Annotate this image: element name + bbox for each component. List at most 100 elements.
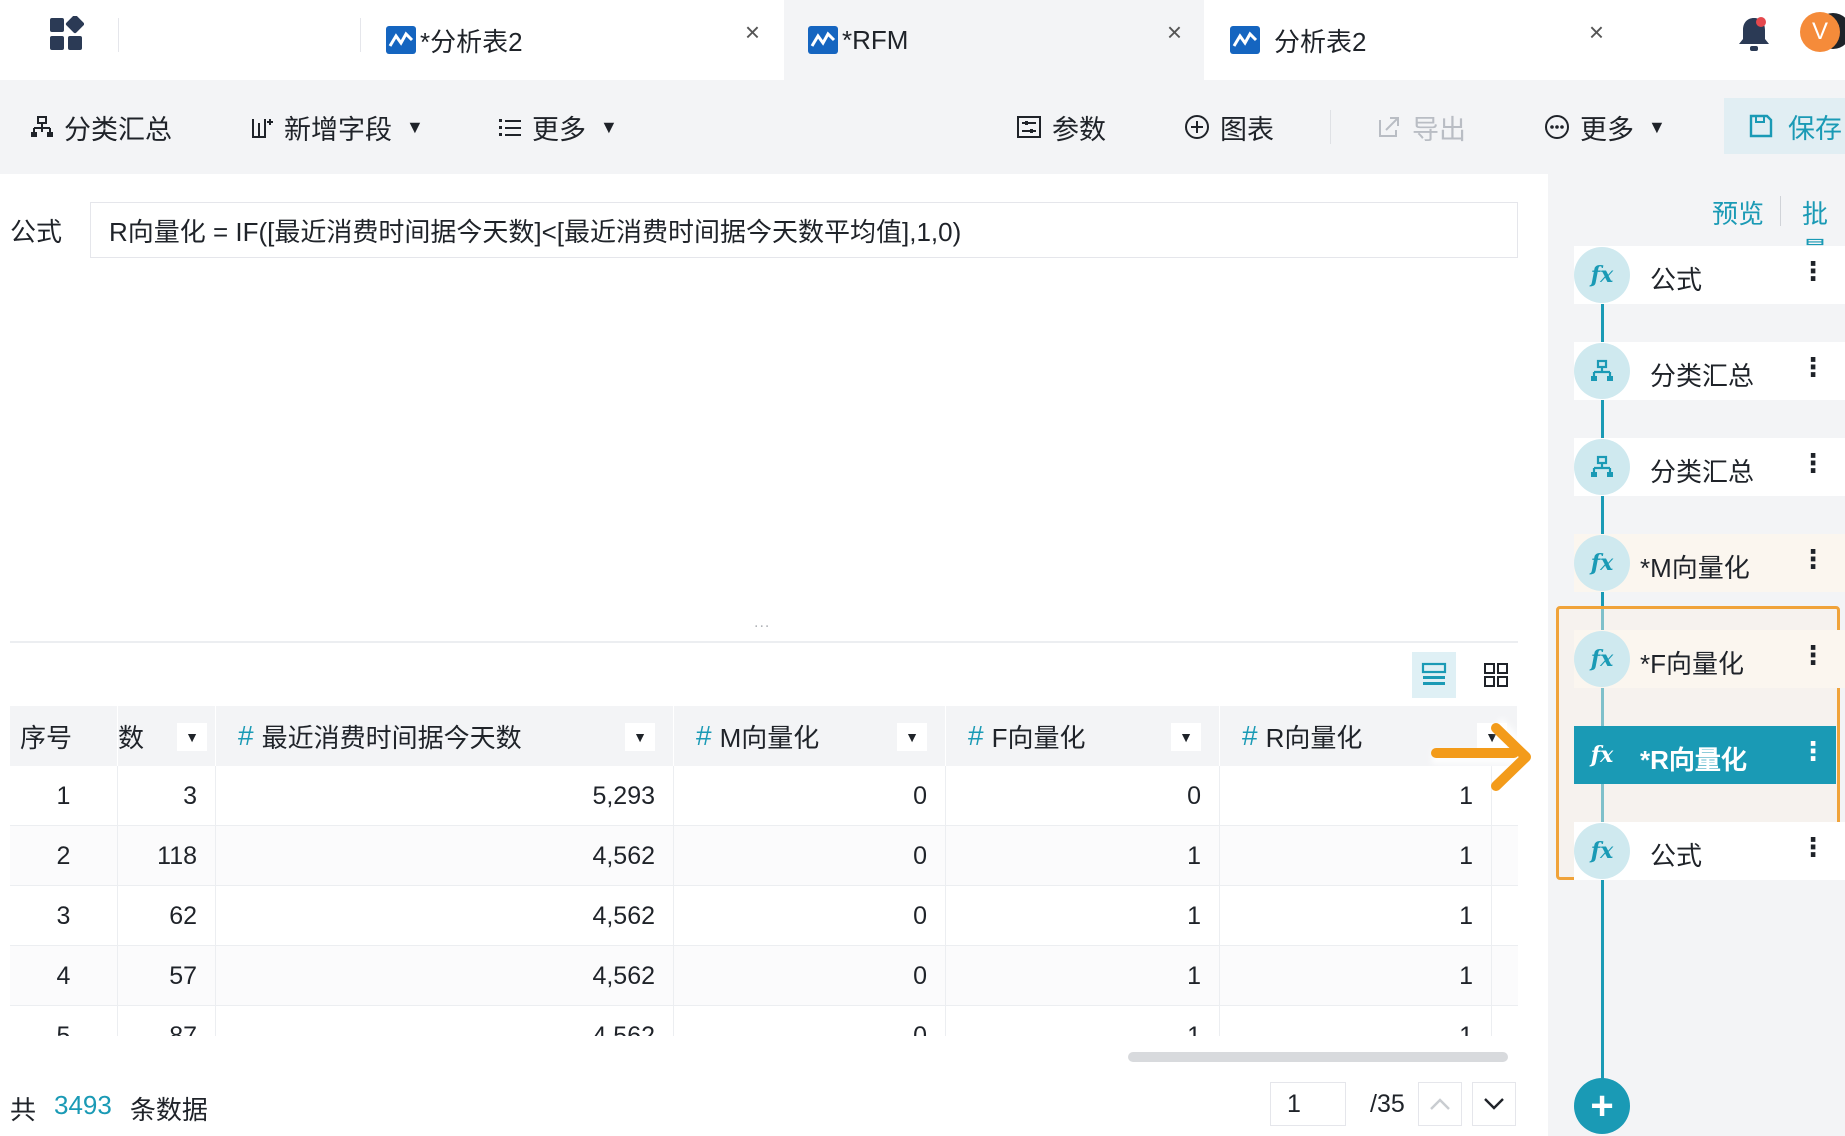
tab-analysis-2[interactable]: 分析表2 × <box>1206 0 1626 80</box>
more-label: 更多 <box>1580 114 1634 145</box>
formula-input[interactable]: R向量化 = IF([最近消费时间据今天数]<[最近消费时间据今天数平均值],1… <box>90 202 1518 258</box>
table-header: 序号 数 ▼ # 最近消费时间据今天数 ▼ # M向量化 ▼ # F向量化 ▼ <box>10 706 1518 766</box>
close-icon[interactable]: × <box>1589 17 1604 48</box>
steps-panel: 预览 批量 fx 公式 ⋮ 分类汇总 ⋮ 分类汇总 ⋮ fx *M向量化 ⋮ f… <box>1548 174 1845 1136</box>
cell-f-vector: 1 <box>946 1006 1220 1036</box>
pane-divider[interactable] <box>10 641 1518 643</box>
export-button[interactable]: 导出 <box>1376 104 1466 150</box>
export-label: 导出 <box>1412 114 1466 145</box>
table-row[interactable]: 5 87 4,562 0 1 1 <box>10 1006 1518 1036</box>
column-header-seq[interactable]: 序号 <box>10 706 118 766</box>
group-summary-button[interactable]: 分类汇总 <box>30 104 172 150</box>
close-icon[interactable]: × <box>745 17 760 48</box>
prev-page-button[interactable] <box>1418 1082 1462 1126</box>
cell-seq: 4 <box>10 946 118 1006</box>
step-label: 分类汇总 <box>1650 361 1755 391</box>
page-number-input[interactable]: 1 <box>1270 1082 1346 1126</box>
preview-link[interactable]: 预览 <box>1712 194 1764 231</box>
save-button[interactable]: 保存 <box>1724 98 1845 154</box>
line-chart-icon <box>1230 26 1260 54</box>
table-row[interactable]: 3 62 4,562 0 1 1 <box>10 886 1518 946</box>
more-vertical-icon[interactable]: ⋮ <box>1800 352 1826 383</box>
close-icon[interactable]: × <box>1167 17 1182 48</box>
more-vertical-icon[interactable]: ⋮ <box>1800 544 1826 575</box>
resize-handle[interactable]: ... <box>754 614 770 632</box>
numeric-field-icon: # <box>1242 720 1258 751</box>
more-vertical-icon[interactable]: ⋮ <box>1800 640 1826 671</box>
cell-seq: 3 <box>10 886 118 946</box>
cell-recency-days: 4,562 <box>216 826 674 886</box>
add-field-button[interactable]: 新增字段 ▼ <box>250 104 424 150</box>
cell-f-vector: 0 <box>946 766 1220 826</box>
cell-r-vector: 1 <box>1220 1006 1492 1036</box>
step-group-summary-1[interactable]: 分类汇总 ⋮ <box>1574 342 1845 400</box>
more-vertical-icon[interactable]: ⋮ <box>1800 256 1826 287</box>
params-button[interactable]: 参数 <box>1016 104 1106 150</box>
caret-down-icon: ▼ <box>1648 116 1666 137</box>
tab-analysis-2-unsaved[interactable]: *分析表2 × <box>362 0 782 80</box>
column-dropdown-icon[interactable]: ▼ <box>897 723 927 751</box>
table-row[interactable]: 1 3 5,293 0 0 1 <box>10 766 1518 826</box>
main-area: 公式 R向量化 = IF([最近消费时间据今天数]<[最近消费时间据今天数平均值… <box>0 174 1548 1136</box>
fx-icon: fx <box>1574 535 1630 591</box>
cell-recency-days: 4,562 <box>216 946 674 1006</box>
column-header-f-vector[interactable]: # F向量化 ▼ <box>946 706 1220 766</box>
column-label: R向量化 <box>1265 722 1363 753</box>
column-header-recency-days[interactable]: # 最近消费时间据今天数 ▼ <box>216 706 674 766</box>
horizontal-scrollbar[interactable] <box>1128 1052 1508 1062</box>
list-view-button[interactable] <box>1412 652 1456 698</box>
avatar[interactable]: V <box>1800 12 1840 52</box>
column-dropdown-icon[interactable]: ▼ <box>625 723 655 751</box>
cell-count: 87 <box>118 1006 216 1036</box>
next-page-button[interactable] <box>1472 1082 1516 1126</box>
more-label: 更多 <box>532 114 586 145</box>
column-dropdown-icon[interactable]: ▼ <box>177 723 207 751</box>
cell-m-vector: 0 <box>674 766 946 826</box>
more-menu-left[interactable]: 更多 ▼ <box>498 104 618 150</box>
more-vertical-icon[interactable]: ⋮ <box>1800 448 1826 479</box>
table-row[interactable]: 2 118 4,562 0 1 1 <box>10 826 1518 886</box>
chart-button[interactable]: 图表 <box>1184 104 1274 150</box>
step-formula-2[interactable]: fx 公式 ⋮ <box>1574 822 1845 880</box>
column-header-count[interactable]: 数 ▼ <box>118 706 216 766</box>
toolbar-separator <box>1330 110 1331 144</box>
more-vertical-icon[interactable]: ⋮ <box>1800 832 1826 863</box>
cell-r-vector: 1 <box>1220 826 1492 886</box>
list-view-icon <box>1421 662 1447 685</box>
more-circle-icon <box>1545 115 1569 139</box>
chevron-up-icon <box>1430 1098 1450 1110</box>
step-f-vector[interactable]: fx *F向量化 ⋮ <box>1574 630 1845 688</box>
cell-f-vector: 1 <box>946 826 1220 886</box>
column-label: M向量化 <box>719 722 820 753</box>
more-vertical-icon[interactable]: ⋮ <box>1800 736 1826 767</box>
step-formula-1[interactable]: fx 公式 ⋮ <box>1574 246 1845 304</box>
list-icon <box>499 119 521 136</box>
cell-m-vector: 0 <box>674 886 946 946</box>
tab-rfm[interactable]: *RFM × <box>784 0 1204 80</box>
cell-r-vector: 1 <box>1220 946 1492 1006</box>
cell-count: 3 <box>118 766 216 826</box>
column-header-m-vector[interactable]: # M向量化 ▼ <box>674 706 946 766</box>
numeric-field-icon: # <box>968 720 984 751</box>
add-step-button[interactable]: + <box>1574 1078 1630 1134</box>
column-label: 最近消费时间据今天数 <box>261 722 522 753</box>
more-menu-right[interactable]: 更多 ▼ <box>1544 104 1666 150</box>
tab-bar: *分析表2 × *RFM × 分析表2 × ? <box>0 0 1845 80</box>
step-r-vector[interactable]: fx *R向量化 ⋮ <box>1574 726 1836 784</box>
step-label: 分类汇总 <box>1650 457 1755 487</box>
apps-grid-icon[interactable] <box>48 16 84 52</box>
cell-seq: 5 <box>10 1006 118 1036</box>
params-icon <box>1017 116 1041 138</box>
grid-view-icon <box>1484 663 1508 687</box>
plus-circle-icon <box>1185 115 1209 139</box>
step-label: *F向量化 <box>1640 649 1745 679</box>
column-label: F向量化 <box>991 722 1086 753</box>
column-dropdown-icon[interactable]: ▼ <box>1171 723 1201 751</box>
step-m-vector[interactable]: fx *M向量化 ⋮ <box>1574 534 1845 592</box>
step-group-summary-2[interactable]: 分类汇总 ⋮ <box>1574 438 1845 496</box>
bell-icon[interactable] <box>1736 14 1772 54</box>
grid-view-button[interactable] <box>1474 652 1518 698</box>
table-row[interactable]: 4 57 4,562 0 1 1 <box>10 946 1518 1006</box>
tab-title: 分析表2 <box>1274 26 1367 57</box>
cell-recency-days: 4,562 <box>216 1006 674 1036</box>
